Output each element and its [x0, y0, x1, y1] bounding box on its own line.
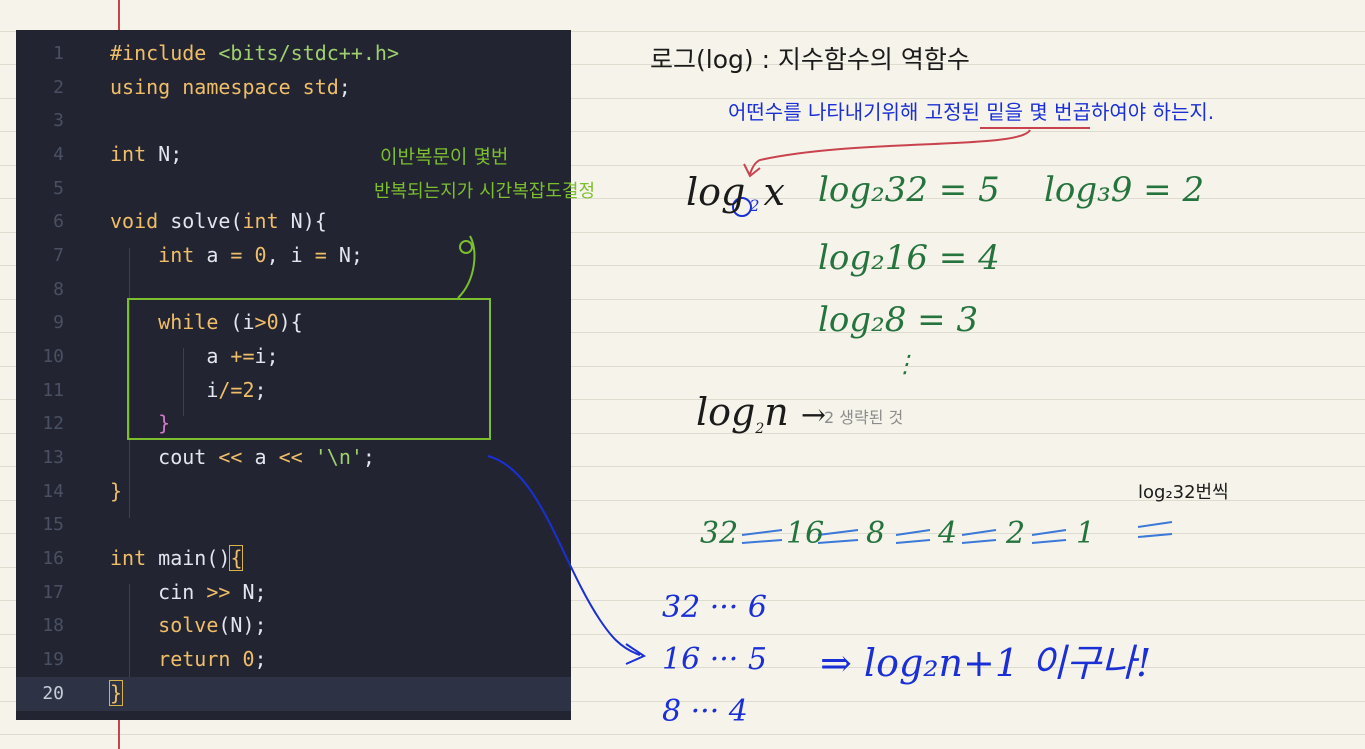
sequence-item: 4 — [938, 516, 958, 551]
equation-log2-32: log₂32 = 5 — [818, 170, 1000, 210]
log-x-expression: log 2 x — [686, 170, 785, 215]
continuation-dots: ⋮ — [893, 350, 917, 378]
blue-connector-arrow — [487, 455, 641, 656]
log-n-expression: log2n → — [696, 390, 826, 437]
omitted-base-note: 2 생략된 것 — [824, 408, 904, 427]
sequence-item: 2 — [1006, 516, 1026, 551]
sequence-arrow — [895, 529, 931, 544]
loop-note-hook-loop — [459, 240, 473, 254]
red-arrow-to-base — [749, 129, 1031, 175]
equation-log3-9: log₃9 = 2 — [1044, 170, 1205, 210]
sequence-item: 16 — [786, 516, 825, 551]
count-row-8: 8 ··· 4 — [662, 694, 748, 729]
loop-highlight-box — [127, 298, 491, 440]
sequence-arrow — [961, 529, 997, 544]
times-label: log₂32번씩 — [1138, 482, 1229, 503]
equation-log2-8: log₂8 = 3 — [818, 300, 979, 340]
sequence-arrow — [1031, 529, 1067, 544]
count-row-16: 16 ··· 5 — [662, 642, 767, 677]
loop-note-line2: 반복되는지가 시간복잡도결정 — [374, 181, 596, 202]
equation-log2-16: log₂16 = 4 — [818, 238, 1000, 278]
log-title: 로그(log) : 지수함수의 역함수 — [650, 45, 970, 74]
sequence-item: 1 — [1076, 516, 1096, 551]
sequence-item: 8 — [866, 516, 886, 551]
result-formula: ⇒ log₂n+1 이구나! — [820, 641, 1152, 685]
loop-note-line1: 이반복문이 몇번 — [380, 146, 509, 168]
sequence-arrow — [741, 529, 783, 544]
base-highlight: 2 — [749, 196, 760, 215]
log-definition: 어떤수를 나타내기위해 고정된 밑을 몇 번곱하여야 하는지. — [728, 100, 1215, 124]
sequence-arrow-extra — [1137, 521, 1173, 538]
sequence-item: 32 — [700, 516, 739, 551]
count-row-32: 32 ··· 6 — [662, 590, 767, 625]
